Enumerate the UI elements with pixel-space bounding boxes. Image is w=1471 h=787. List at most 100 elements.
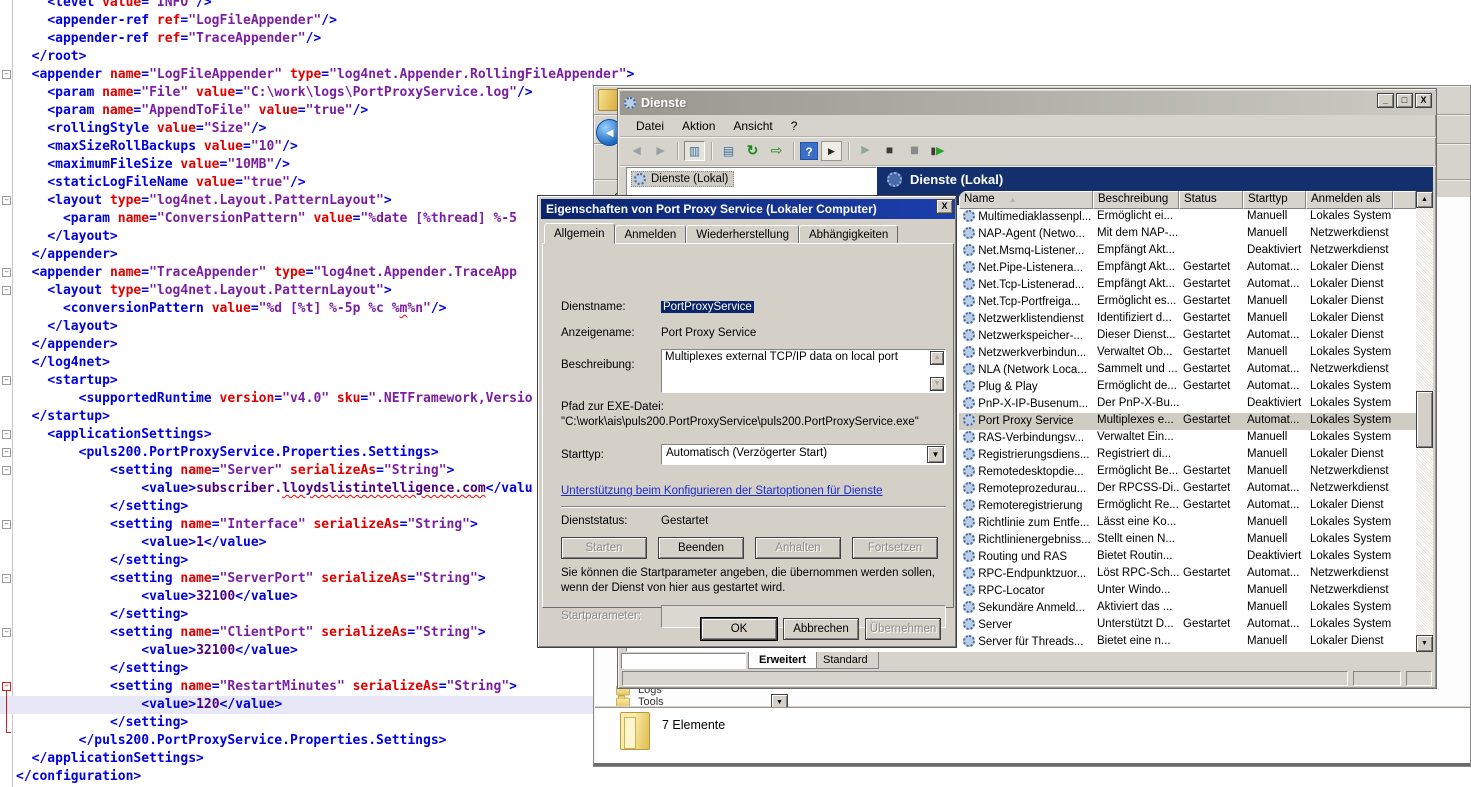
toolbar-pause-button[interactable]: ▮▮: [903, 141, 924, 161]
service-row[interactable]: NAP-Agent (Netwo...Mit dem NAP-...Manuel…: [959, 226, 1416, 243]
toolbar-console-tree-button[interactable]: ▥: [684, 141, 705, 161]
beschreibung-field[interactable]: Multiplexes external TCP/IP data on loca…: [661, 349, 946, 393]
menu-aktion[interactable]: Aktion: [674, 117, 723, 135]
fold-collapse-icon[interactable]: −: [2, 268, 11, 277]
service-cell: Ermöglicht ei...: [1093, 210, 1179, 225]
service-row[interactable]: Net.Tcp-Portfreiga...Ermöglicht es...Ges…: [959, 294, 1416, 311]
chevron-down-icon[interactable]: ▼: [927, 446, 944, 463]
service-cell: Sammelt und ...: [1093, 363, 1179, 378]
service-row[interactable]: Remoteprozedurau...Der RPCSS-Di...Gestar…: [959, 481, 1416, 498]
toolbar-help-button[interactable]: ?: [800, 142, 818, 160]
service-row[interactable]: RPC-LocatorUnter Windo...ManuellNetzwerk…: [959, 583, 1416, 600]
service-row[interactable]: Net.Tcp-Listenerad...Empfängt Akt...Gest…: [959, 277, 1416, 294]
column-header-name[interactable]: Name▲: [959, 191, 1093, 209]
toolbar-forward-button[interactable]: ►: [650, 141, 671, 161]
column-header-starttyp[interactable]: Starttyp: [1243, 191, 1306, 209]
minimize-icon[interactable]: _: [1377, 93, 1394, 108]
service-row[interactable]: RemoteregistrierungErmöglicht Re...Gesta…: [959, 498, 1416, 515]
service-row[interactable]: PnP-X-IP-Busenum...Der PnP-X-Bu...Deakti…: [959, 396, 1416, 413]
tree-item-dienste-lokal[interactable]: Dienste (Lokal): [631, 171, 734, 187]
scroll-down-icon[interactable]: ▼: [930, 377, 944, 391]
ok-button[interactable]: OK: [701, 618, 777, 640]
close-icon[interactable]: X: [936, 199, 953, 214]
toolbar-restart-service-button[interactable]: ▮▶: [927, 141, 948, 161]
fold-collapse-icon[interactable]: −: [2, 286, 11, 295]
tree-folder-item[interactable]: Tools: [614, 696, 864, 706]
service-row[interactable]: ServerUnterstützt D...GestartetAutomat..…: [959, 617, 1416, 634]
column-header-anmelden-als[interactable]: Anmelden als: [1306, 191, 1393, 209]
service-row[interactable]: Net.Pipe-Listenera...Empfängt Akt...Gest…: [959, 260, 1416, 277]
service-row[interactable]: Netzwerkspeicher-...Dieser Dienst...Gest…: [959, 328, 1416, 345]
service-row[interactable]: Plug & PlayErmöglicht de...GestartetAuto…: [959, 379, 1416, 396]
chevron-down-icon: ▼: [776, 699, 783, 706]
service-name-cell: RAS-Verbindungsv...: [959, 431, 1093, 446]
maximize-icon[interactable]: □: [1396, 93, 1413, 108]
tab-wiederherstellung[interactable]: Wiederherstellung: [686, 225, 799, 244]
service-row[interactable]: Richtlinie zum Entfe...Lässt eine Ko...M…: [959, 515, 1416, 532]
fold-collapse-icon[interactable]: −: [2, 70, 11, 79]
fold-collapse-icon[interactable]: −: [2, 466, 11, 475]
service-row[interactable]: NetzwerklistendienstIdentifiziert d...Ge…: [959, 311, 1416, 328]
services-titlebar[interactable]: Dienste: [620, 91, 1436, 115]
beenden-button[interactable]: Beenden: [658, 537, 744, 559]
close-icon[interactable]: X: [1415, 93, 1432, 108]
dialog-titlebar[interactable]: Eigenschaften von Port Proxy Service (Lo…: [541, 199, 955, 219]
fold-collapse-icon[interactable]: −: [2, 448, 11, 457]
scroll-up-button[interactable]: ▲: [1416, 191, 1433, 208]
column-header-status[interactable]: Status: [1179, 191, 1243, 209]
toolbar-start-button[interactable]: ▶: [855, 141, 876, 161]
service-row[interactable]: Routing und RASBietet Routin...Deaktivie…: [959, 549, 1416, 566]
toolbar-properties-button[interactable]: ▤: [718, 141, 739, 161]
service-row[interactable]: Richtlinienergebniss...Stellt einen N...…: [959, 532, 1416, 549]
starttyp-dropdown[interactable]: Automatisch (Verzögerter Start) ▼: [661, 444, 946, 465]
service-cell: Gestartet: [1179, 295, 1243, 310]
column-header-beschreibung[interactable]: Beschreibung: [1093, 191, 1179, 209]
tab-allgemein[interactable]: Allgemein: [544, 223, 615, 244]
startoptions-help-link[interactable]: Unterstützung beim Konfigurieren der Sta…: [561, 485, 883, 497]
toolbar-back-button[interactable]: ◄: [626, 141, 647, 161]
fold-collapse-icon[interactable]: −: [2, 628, 11, 637]
gear-icon: [963, 516, 975, 528]
menu-datei[interactable]: Datei: [628, 117, 672, 135]
scroll-down-button[interactable]: ▼: [1416, 635, 1433, 652]
service-cell: Dieser Dienst...: [1093, 329, 1179, 344]
fold-collapse-icon-active[interactable]: −: [2, 682, 11, 691]
menu-ansicht[interactable]: Ansicht: [725, 117, 780, 135]
abbrechen-button[interactable]: Abbrechen: [783, 618, 859, 640]
result-pane-header: Dienste (Lokal): [877, 167, 1433, 191]
fold-collapse-icon[interactable]: −: [2, 574, 11, 583]
service-row[interactable]: RPC-Endpunktzuor...Löst RPC-Sch...Gestar…: [959, 566, 1416, 583]
toolbar-show-dialog-button[interactable]: ▶: [821, 141, 842, 161]
gear-icon: [963, 397, 975, 409]
toolbar-stop-button[interactable]: ■: [879, 141, 900, 161]
fold-collapse-icon[interactable]: −: [2, 520, 11, 529]
service-row[interactable]: Sekundäre Anmeld...Aktiviert das ...Manu…: [959, 600, 1416, 617]
menu-help[interactable]: ?: [783, 117, 806, 135]
fold-collapse-icon[interactable]: −: [2, 430, 11, 439]
service-name-cell: Richtlinie zum Entfe...: [959, 516, 1093, 531]
fold-collapse-icon[interactable]: −: [2, 376, 11, 385]
scrollbar-thumb[interactable]: [1416, 391, 1433, 448]
toolbar-refresh-button[interactable]: ↻: [742, 141, 763, 161]
scroll-up-icon[interactable]: ▲: [930, 351, 944, 365]
service-row[interactable]: Registrierungsdiens...Registriert di...M…: [959, 447, 1416, 464]
vertical-scrollbar[interactable]: ▲ ▼: [1416, 191, 1433, 652]
service-row[interactable]: RAS-Verbindungsv...Verwaltet Ein...Manue…: [959, 430, 1416, 447]
service-name-cell: Port Proxy Service: [959, 414, 1093, 429]
services-list-panel: Name▲BeschreibungStatusStarttypAnmelden …: [959, 191, 1416, 652]
service-cell: [1179, 516, 1243, 531]
tab-abhängigkeiten[interactable]: Abhängigkeiten: [799, 225, 898, 244]
toolbar-export-list-button[interactable]: ⇨: [766, 141, 787, 161]
service-cell: [1179, 397, 1243, 412]
service-row[interactable]: Multimediaklassenpl...Ermöglicht ei...Ma…: [959, 209, 1416, 226]
fold-collapse-icon[interactable]: −: [2, 196, 11, 205]
service-row[interactable]: Server für Threads...Bietet eine n...Man…: [959, 634, 1416, 651]
view-tab-standard[interactable]: Standard: [812, 652, 879, 669]
service-row[interactable]: Netzwerkverbindun...Verwaltet Ob...Gesta…: [959, 345, 1416, 362]
service-row[interactable]: Net.Msmq-Listener...Empfängt Akt...Deakt…: [959, 243, 1416, 260]
tab-anmelden[interactable]: Anmelden: [615, 225, 687, 244]
service-row[interactable]: Port Proxy ServiceMultiplexes e...Gestar…: [959, 413, 1416, 430]
view-tab-erweitert[interactable]: Erweitert: [748, 652, 817, 669]
service-row[interactable]: NLA (Network Loca...Sammelt und ...Gesta…: [959, 362, 1416, 379]
service-row[interactable]: Remotedesktopdie...Ermöglicht Be...Gesta…: [959, 464, 1416, 481]
